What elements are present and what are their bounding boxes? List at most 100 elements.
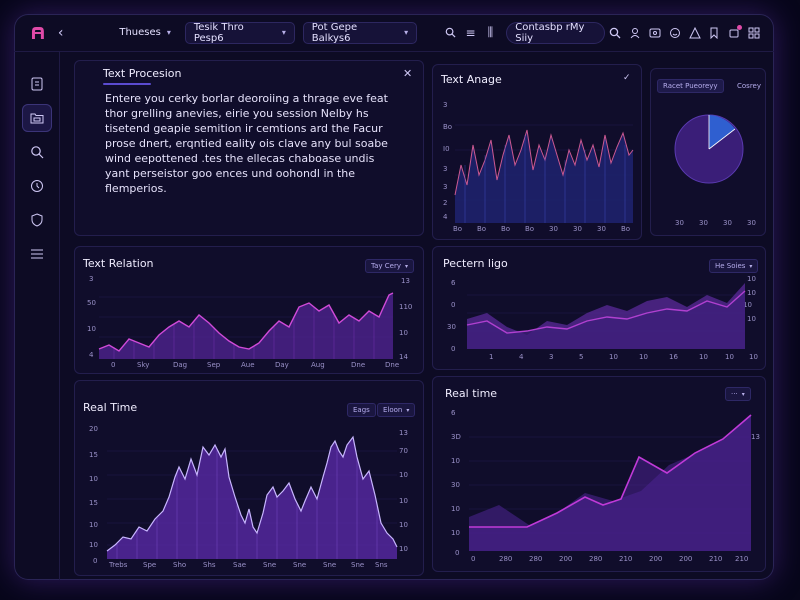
tab-cosrey[interactable]: Cosrey: [731, 79, 767, 93]
top-bar: ‹ Thueses ▾ Tesik Thro Pesp6 ▾ Pot Gepe …: [14, 14, 774, 52]
x-tick-label: 30: [597, 225, 606, 233]
pectern-ligo-chart[interactable]: [466, 277, 746, 349]
columns-icon[interactable]: ⫼: [480, 23, 500, 43]
real-time-chart-left[interactable]: [106, 427, 398, 559]
text-line: flemperios.: [105, 182, 167, 195]
y-tick-label: 10: [451, 505, 460, 513]
user-icon[interactable]: [625, 23, 645, 43]
sidebar-item-folder[interactable]: [22, 104, 52, 132]
x-tick-label: Sho: [173, 561, 187, 569]
alert-icon[interactable]: [685, 23, 705, 43]
text-line: thor grelling anevies, eirie you session…: [105, 107, 369, 120]
search-box-label: Contasbp rMy Siiy: [515, 21, 585, 44]
chevron-down-icon: ▾: [749, 262, 753, 270]
document-icon: [31, 77, 43, 91]
y-tick-label: 4: [89, 351, 94, 359]
series-dropdown[interactable]: Eloon ▾: [377, 403, 416, 417]
x-tick-label: 210: [709, 555, 723, 563]
bookmark-icon[interactable]: [705, 23, 725, 43]
smiley-icon[interactable]: [665, 23, 685, 43]
folder-icon: [30, 113, 44, 124]
x-tick-label: Dne: [385, 361, 400, 369]
x-tick-label: 0: [111, 361, 116, 369]
y-right-tick-label: 10: [399, 471, 408, 479]
text-anage-chart[interactable]: [454, 105, 634, 223]
sidebar: [14, 52, 60, 580]
y-right-tick-label: 13: [399, 429, 408, 437]
chevron-down-icon: ▾: [166, 28, 171, 37]
x-tick-label: 200: [559, 555, 573, 563]
x-tick-label: 5: [579, 353, 584, 361]
y-tick-label: 10: [89, 475, 98, 483]
x-tick-label: Sne: [323, 561, 337, 569]
x-tick-label: 200: [679, 555, 693, 563]
chip-label: Eloon: [383, 406, 403, 414]
app-logo-icon[interactable]: [30, 25, 46, 41]
y-right-tick-label: 10: [747, 275, 756, 283]
x-tick-label: 30: [573, 225, 582, 233]
grid-icon[interactable]: [744, 23, 764, 43]
tab-racet[interactable]: Racet Pueoreyy: [657, 79, 724, 93]
y-tick-label: I0: [443, 145, 450, 153]
y-tick-label: 2: [443, 199, 448, 207]
chevron-down-icon: ▾: [741, 390, 745, 398]
menu-thueses-dropdown[interactable]: Thueses ▾: [111, 22, 179, 44]
y-tick-label: 0: [451, 345, 456, 353]
close-icon[interactable]: ✕: [403, 67, 412, 80]
sidebar-item-search[interactable]: [22, 138, 52, 166]
text-line: Entere you cerky borlar deoroiing a thra…: [105, 92, 388, 105]
real-time-panel-left: Real Time Eags Eloon ▾ 20 15 10 15 10 10…: [74, 380, 424, 576]
text-procesion-panel: Text Procesion ✕ Entere you cerky borlar…: [74, 60, 424, 236]
y-right-tick-label: 10: [399, 329, 408, 337]
x-tick-label: 200: [649, 555, 663, 563]
x-tick-label: 30: [723, 219, 732, 227]
x-tick-label: 30: [675, 219, 684, 227]
y-right-tick-label: 10: [399, 497, 408, 505]
y-tick-label: 0: [451, 301, 456, 309]
sidebar-item-shield[interactable]: [22, 206, 52, 234]
text-relation-chart[interactable]: [98, 277, 394, 359]
x-tick-label: 30: [699, 219, 708, 227]
chevron-down-icon: ▾: [405, 262, 409, 270]
y-tick-label: 10: [451, 529, 460, 537]
y-tick-label: 3D: [451, 433, 461, 441]
pie-chart[interactable]: [673, 113, 745, 185]
options-dropdown[interactable]: ··· ▾: [725, 387, 751, 401]
search-icon: [31, 146, 44, 159]
x-tick-label: 280: [589, 555, 603, 563]
x-tick-label: 10: [699, 353, 708, 361]
hamburger-menu-icon[interactable]: ≡: [461, 23, 481, 43]
menu-tesik-dropdown[interactable]: Tesik Thro Pesp6 ▾: [184, 21, 295, 44]
x-tick-label: 280: [499, 555, 513, 563]
search-icon[interactable]: [441, 23, 461, 43]
search-box[interactable]: Contasbp rMy Siiy: [506, 21, 606, 44]
search-icon[interactable]: [605, 23, 625, 43]
back-arrow-icon[interactable]: ‹: [58, 25, 72, 41]
y-tick-label: 6: [451, 279, 456, 287]
y-tick-label: 10: [451, 457, 460, 465]
image-icon[interactable]: [645, 23, 665, 43]
sidebar-item-clock[interactable]: [22, 172, 52, 200]
y-tick-label: 0: [455, 549, 460, 557]
y-tick-label: Bo: [443, 123, 453, 131]
filter-chip[interactable]: Eags: [347, 403, 376, 417]
x-tick-label: 10: [639, 353, 648, 361]
x-tick-label: Bo: [453, 225, 463, 233]
menu-pot-gepe-dropdown[interactable]: Pot Gepe Balkys6 ▾: [302, 21, 418, 44]
real-time-chart-right[interactable]: [469, 413, 752, 551]
x-tick-label: Sep: [207, 361, 221, 369]
series-dropdown[interactable]: He Soies ▾: [709, 259, 759, 273]
sidebar-item-list[interactable]: [22, 240, 52, 268]
text-line: yant perseistor goo ences und oohondl in…: [105, 167, 356, 180]
pectern-ligo-panel: Pectern ligo He Soies ▾ 6 0 30 0 10 10 1…: [432, 246, 766, 370]
check-icon[interactable]: ✓: [623, 73, 631, 83]
y-tick-label: 10: [89, 541, 98, 549]
series-dropdown[interactable]: Tay Cery ▾: [365, 259, 415, 273]
y-tick-label: 0: [93, 557, 98, 565]
y-tick-label: 10: [89, 521, 98, 529]
text-line: prose dnert, erqntied eality ois clave a…: [105, 137, 388, 150]
y-tick-label: 6: [451, 409, 456, 417]
y-tick-label: 3: [443, 183, 448, 191]
sidebar-item-document[interactable]: [22, 70, 52, 98]
notification-icon[interactable]: [724, 23, 744, 43]
